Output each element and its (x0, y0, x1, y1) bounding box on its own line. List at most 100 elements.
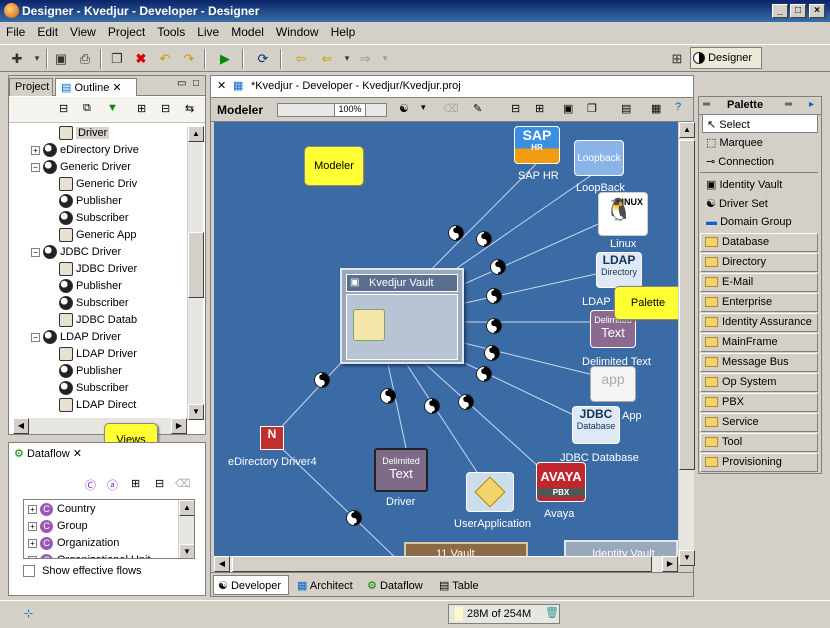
tab-developer[interactable]: ☯ Developer (213, 575, 289, 595)
expander-icon[interactable]: + (28, 521, 37, 531)
scroll-right-icon[interactable]: ▶ (662, 556, 678, 572)
menu-project[interactable]: Project (102, 22, 151, 42)
show-effective-flows-row[interactable]: Show effective flows (23, 565, 142, 578)
back-dropdown-icon[interactable]: ▾ (338, 50, 356, 67)
palette-drawer[interactable]: Service (700, 413, 818, 432)
expand-all-icon[interactable]: ⊞ (137, 102, 146, 115)
tree-item[interactable]: Subscriber (59, 211, 129, 228)
palette-connection-tool[interactable]: ⊸ Connection (702, 152, 818, 171)
close-icon[interactable]: ✕ (73, 448, 82, 460)
tab-dataflow[interactable]: ⚙ Dataflow ✕ (9, 445, 101, 463)
avaya-node[interactable]: AVAYA PBX (536, 462, 586, 502)
filter-icon[interactable]: ▼ (107, 102, 118, 114)
maximize-view-icon[interactable]: □ (193, 78, 199, 89)
zoom-in-icon[interactable]: ⊞ (535, 102, 544, 115)
eraser-icon[interactable]: ⌫ (443, 102, 459, 115)
yinyang-icon[interactable] (314, 372, 330, 388)
show-effective-flows-checkbox[interactable] (23, 565, 35, 578)
new-icon[interactable]: ✚ (8, 50, 26, 67)
palette-drawer[interactable]: PBX (700, 393, 818, 412)
undo-icon[interactable]: ↶ (156, 50, 174, 67)
zoom-value[interactable]: 100% (334, 103, 366, 117)
palette-drawer[interactable]: Message Bus (700, 353, 818, 372)
expand-all-icon[interactable]: ⊞ (131, 477, 140, 490)
palette-marquee-tool[interactable]: ⬚ Marquee (702, 133, 818, 152)
zoom-dropdown-icon[interactable]: ▾ (421, 102, 426, 113)
minimize-button[interactable]: _ (772, 4, 788, 18)
dataflow-class-item[interactable]: +C Organizational Unit (28, 553, 151, 558)
palette-drawer[interactable]: Provisioning (700, 453, 818, 472)
yinyang-icon[interactable] (380, 388, 396, 404)
network-icon[interactable]: ▣ (563, 102, 573, 115)
zoom-slider[interactable]: 100% (277, 103, 387, 117)
yinyang-icon[interactable] (346, 510, 362, 526)
sync-icon[interactable]: ⇆ (185, 102, 194, 115)
tree-item[interactable]: Driver (59, 126, 110, 143)
scroll-up-icon[interactable]: ▲ (188, 126, 204, 142)
driver-set-icon[interactable] (353, 309, 385, 341)
forward-dropdown-icon[interactable]: ▾ (376, 50, 394, 67)
tab-outline[interactable]: ▤ Outline ✕ (55, 78, 137, 96)
tree-item[interactable]: + eDirectory Drive (31, 143, 139, 160)
scroll-up-icon[interactable]: ▲ (679, 122, 695, 138)
back-arrow-icon[interactable]: ⇐ (318, 50, 336, 67)
yinyang-icon[interactable] (484, 345, 500, 361)
redo-icon[interactable]: ↷ (180, 50, 198, 67)
scroll-down-icon[interactable]: ▼ (179, 544, 194, 558)
pen-icon[interactable]: ✎ (473, 102, 482, 115)
fast-view-icon[interactable]: ⊹ (24, 607, 33, 620)
edirectory-node[interactable]: N (260, 426, 284, 450)
user-application-node[interactable] (466, 472, 514, 512)
tree-item[interactable]: Subscriber (59, 381, 129, 398)
zoom-out-icon[interactable]: ⊟ (511, 102, 520, 115)
tree-item[interactable]: Publisher (59, 364, 122, 381)
copy-icon[interactable]: ❐ (587, 102, 597, 115)
palette-driver-set[interactable]: ☯ Driver Set (702, 194, 818, 213)
deploy-icon[interactable]: ⟳ (254, 50, 272, 67)
perspective-designer-button[interactable]: Designer (690, 47, 762, 69)
scroll-down-icon[interactable]: ▼ (188, 404, 204, 420)
collapse-all-icon[interactable]: ⊟ (161, 102, 170, 115)
back-icon[interactable]: ⇦ (292, 50, 310, 67)
yinyang-icon[interactable] (448, 225, 464, 241)
tree-item[interactable]: Subscriber (59, 296, 129, 313)
tree-item[interactable]: LDAP Direct (59, 398, 136, 415)
save-icon[interactable]: ▣ (52, 50, 70, 67)
expander-icon[interactable]: + (28, 504, 37, 514)
tree-item[interactable]: Publisher (59, 279, 122, 296)
menu-window[interactable]: Window (270, 22, 325, 42)
driver-node[interactable]: Delimited Text (374, 448, 428, 492)
palette-identity-vault[interactable]: ▣ Identity Vault (702, 175, 818, 194)
tree-item[interactable]: Publisher (59, 194, 122, 211)
yinyang-icon[interactable] (424, 398, 440, 414)
help-icon[interactable]: ? (675, 101, 681, 113)
palette-drawer[interactable]: Identity Assurance (700, 313, 818, 332)
linux-node[interactable]: 🐧 LINUX (598, 192, 648, 236)
copy-icon[interactable]: ❐ (108, 50, 126, 67)
scroll-left-icon[interactable]: ◀ (13, 418, 29, 434)
scroll-down-icon[interactable]: ▼ (679, 550, 695, 566)
scroll-left-icon[interactable]: ◀ (214, 556, 230, 572)
yinyang-icon[interactable] (486, 288, 502, 304)
loopback-node[interactable]: Loopback (574, 140, 624, 176)
grip-icon[interactable]: ═ (785, 99, 792, 110)
menu-view[interactable]: View (64, 22, 102, 42)
yinyang-icon[interactable] (490, 259, 506, 275)
forward-icon[interactable]: ⇒ (356, 50, 374, 67)
tab-table[interactable]: ▤ Table (435, 577, 483, 594)
clear-icon[interactable]: ⌫ (175, 477, 191, 490)
close-icon[interactable]: ✕ (217, 79, 226, 92)
tree-item[interactable]: JDBC Driver (59, 262, 137, 279)
modeler-canvas[interactable]: ▣ Kvedjur Vault SAP HR SAP HR Loopback Lo… (214, 122, 678, 566)
menu-help[interactable]: Help (325, 22, 362, 42)
ldap-node[interactable]: LDAP Directory (596, 252, 642, 288)
palette-select-tool[interactable]: ↖ Select (702, 114, 818, 133)
expander-icon[interactable]: − (31, 162, 40, 172)
tab-dataflow-view[interactable]: ⚙ Dataflow (363, 577, 427, 594)
expander-icon[interactable]: − (31, 332, 40, 342)
layout-icon[interactable]: ⧉ (83, 102, 91, 115)
menu-edit[interactable]: Edit (31, 22, 64, 42)
yinyang-icon[interactable] (476, 231, 492, 247)
outline-hscroll[interactable]: ◀ ▶ (13, 418, 187, 434)
dataflow-class-item[interactable]: + C Country (28, 502, 96, 519)
